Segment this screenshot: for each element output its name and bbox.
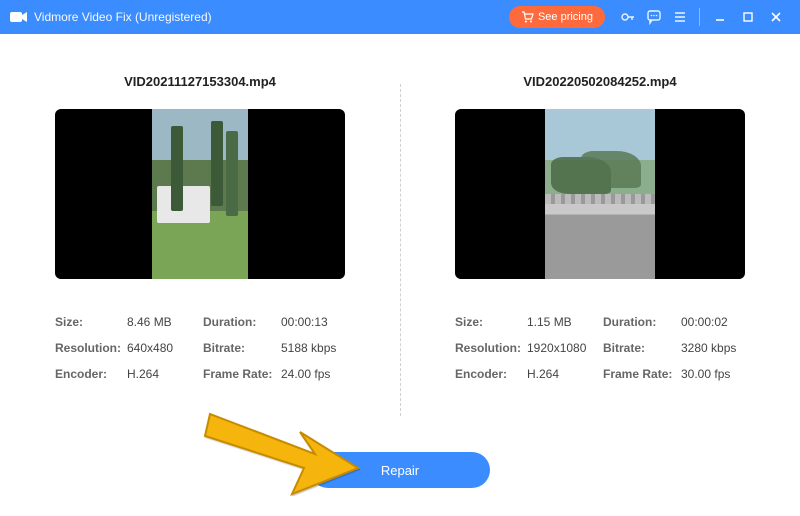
resolution-value: 640x480: [127, 341, 203, 355]
maximize-button[interactable]: [734, 3, 762, 31]
cart-icon: [521, 11, 534, 23]
duration-label: Duration:: [203, 315, 281, 329]
vertical-divider: [400, 84, 401, 416]
framerate-label: Frame Rate:: [603, 367, 681, 381]
see-pricing-button[interactable]: See pricing: [509, 6, 605, 28]
sample-thumbnail: [455, 109, 745, 279]
encoder-label: Encoder:: [455, 367, 527, 381]
repair-label: Repair: [381, 463, 419, 478]
duration-value: 00:00:13: [281, 315, 345, 329]
sample-video-panel: VID20220502084252.mp4 Size: 1.15 MB Dura…: [400, 34, 800, 516]
meta-row: Encoder: H.264 Frame Rate: 30.00 fps: [455, 361, 745, 387]
duration-label: Duration:: [603, 315, 681, 329]
meta-row: Resolution: 1920x1080 Bitrate: 3280 kbps: [455, 335, 745, 361]
size-value: 1.15 MB: [527, 315, 603, 329]
see-pricing-label: See pricing: [538, 11, 593, 23]
encoder-value: H.264: [127, 367, 203, 381]
framerate-value: 24.00 fps: [281, 367, 345, 381]
menu-icon[interactable]: [667, 4, 693, 30]
meta-row: Size: 8.46 MB Duration: 00:00:13: [55, 309, 345, 335]
main-area: VID20211127153304.mp4 Size: 8.46 MB Dura…: [0, 34, 800, 516]
sample-meta: Size: 1.15 MB Duration: 00:00:02 Resolut…: [455, 309, 745, 387]
meta-row: Encoder: H.264 Frame Rate: 24.00 fps: [55, 361, 345, 387]
size-value: 8.46 MB: [127, 315, 203, 329]
bitrate-value: 3280 kbps: [681, 341, 745, 355]
key-icon[interactable]: [615, 4, 641, 30]
bitrate-value: 5188 kbps: [281, 341, 345, 355]
resolution-label: Resolution:: [55, 341, 127, 355]
app-logo-icon: [10, 10, 28, 24]
source-filename: VID20211127153304.mp4: [124, 74, 276, 89]
close-button[interactable]: [762, 3, 790, 31]
framerate-value: 30.00 fps: [681, 367, 745, 381]
titlebar-separator: [699, 8, 700, 26]
meta-row: Size: 1.15 MB Duration: 00:00:02: [455, 309, 745, 335]
bitrate-label: Bitrate:: [203, 341, 281, 355]
resolution-value: 1920x1080: [527, 341, 603, 355]
framerate-label: Frame Rate:: [203, 367, 281, 381]
duration-value: 00:00:02: [681, 315, 745, 329]
encoder-value: H.264: [527, 367, 603, 381]
minimize-button[interactable]: [706, 3, 734, 31]
repair-button[interactable]: Repair: [310, 452, 490, 488]
sample-filename: VID20220502084252.mp4: [523, 74, 676, 89]
source-video-panel: VID20211127153304.mp4 Size: 8.46 MB Dura…: [0, 34, 400, 516]
app-title: Vidmore Video Fix (Unregistered): [34, 10, 212, 24]
bitrate-label: Bitrate:: [603, 341, 681, 355]
meta-row: Resolution: 640x480 Bitrate: 5188 kbps: [55, 335, 345, 361]
size-label: Size:: [55, 315, 127, 329]
resolution-label: Resolution:: [455, 341, 527, 355]
encoder-label: Encoder:: [55, 367, 127, 381]
feedback-icon[interactable]: [641, 4, 667, 30]
source-thumbnail: [55, 109, 345, 279]
source-meta: Size: 8.46 MB Duration: 00:00:13 Resolut…: [55, 309, 345, 387]
titlebar: Vidmore Video Fix (Unregistered) See pri…: [0, 0, 800, 34]
size-label: Size:: [455, 315, 527, 329]
